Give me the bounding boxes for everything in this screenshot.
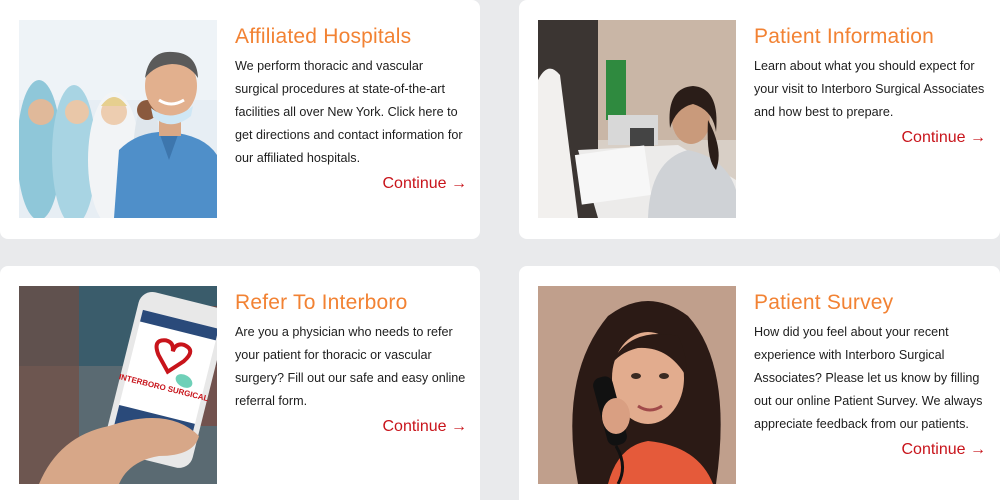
medical-staff-photo[interactable]: [19, 20, 217, 218]
continue-link[interactable]: Continue →: [754, 438, 987, 462]
card-description: Are you a physician who needs to refer y…: [235, 325, 466, 408]
reception-desk-photo[interactable]: [538, 20, 736, 218]
card-description: We perform thoracic and vascular surgica…: [235, 59, 463, 165]
smartphone-referral-photo[interactable]: INTERBORO SURGICAL: [19, 286, 217, 484]
card-affiliated-hospitals: Affiliated Hospitals We perform thoracic…: [0, 0, 480, 239]
card-description: How did you feel about your recent exper…: [754, 325, 983, 431]
card-refer-to-interboro: INTERBORO SURGICAL Refer To Interboro Ar…: [0, 266, 480, 500]
card-title: Patient Information: [754, 25, 935, 48]
card-patient-information: Patient Information Learn about what you…: [519, 0, 1000, 239]
continue-link[interactable]: Continue →: [754, 126, 987, 150]
continue-link[interactable]: Continue →: [235, 172, 468, 196]
card-title: Refer To Interboro: [235, 291, 408, 314]
continue-link[interactable]: Continue →: [235, 415, 468, 439]
woman-on-phone-photo[interactable]: [538, 286, 736, 484]
card-description: Learn about what you should expect for y…: [754, 59, 985, 119]
card-title: Affiliated Hospitals: [235, 25, 412, 48]
card-title: Patient Survey: [754, 291, 894, 314]
card-patient-survey: Patient Survey How did you feel about yo…: [519, 266, 1000, 500]
